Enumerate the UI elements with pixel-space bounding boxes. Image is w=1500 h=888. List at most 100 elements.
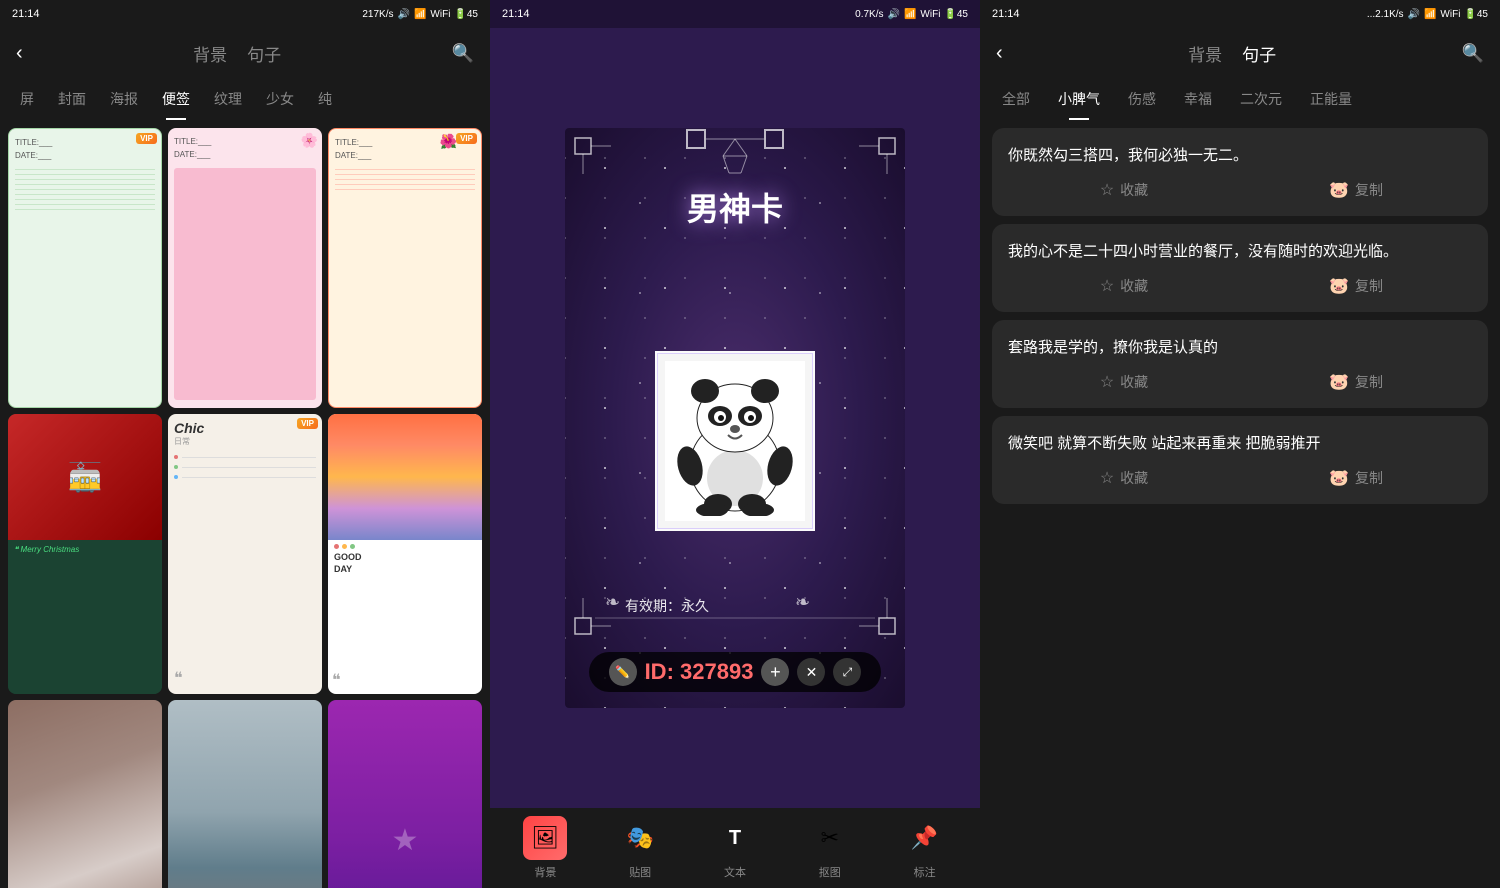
star-icon-2: ☆ [1100,276,1114,296]
collect-btn-4[interactable]: ☆ 收藏 [1008,468,1240,488]
vip-badge: VIP [136,133,157,144]
p3-cat-anime[interactable]: 二次元 [1226,78,1296,120]
face-icon-1: 🐷 [1329,180,1349,200]
star-icon-4: ☆ [1100,468,1114,488]
back-button-1[interactable]: ‹ [16,42,23,65]
tool-background[interactable]: 🖼 背景 [498,816,593,880]
template-rose[interactable]: ❝ [8,700,162,888]
sentence-actions-1: ☆ 收藏 🐷 复制 [1008,180,1472,200]
star-icon-3: ☆ [1100,372,1114,392]
star-icon-1: ☆ [1100,180,1114,200]
preview-content: 男神卡 [490,28,980,808]
collect-btn-2[interactable]: ☆ 收藏 [1008,276,1240,296]
copy-btn-1[interactable]: 🐷 复制 [1240,180,1472,200]
status-icons-2: 0.7K/s 🔊 📶 WiFi 🔋45 [855,9,968,20]
tool-cutout[interactable]: ✂ 抠图 [782,816,877,880]
template-purple[interactable]: ★ [328,700,482,888]
chic-sub: 日常 [174,436,316,447]
p3-cat-all[interactable]: 全部 [988,78,1044,120]
cat-texture[interactable]: 纹理 [202,78,254,120]
sentence-actions-2: ☆ 收藏 🐷 复制 [1008,276,1472,296]
add-button[interactable]: + [761,658,789,686]
template-winter[interactable]: ❝ [168,700,322,888]
sentence-category-tabs: 全部 小脾气 伤感 幸福 二次元 正能量 [980,78,1500,120]
template-christmas[interactable]: 🚋 ❝ Merry Christmas [8,414,162,694]
expand-button[interactable]: ⤢ [833,658,861,686]
edit-button[interactable]: ✏️ [609,658,637,686]
panda-svg [670,366,800,516]
template-green[interactable]: VIP TITLE:___DATE:___ [8,128,162,408]
background-icon: 🖼 [523,816,567,860]
top-nav-1: ‹ 背景 句子 🔍 [0,28,490,78]
p3-cat-positive[interactable]: 正能量 [1296,78,1366,120]
collect-btn-1[interactable]: ☆ 收藏 [1008,180,1240,200]
nav-title-sentences[interactable]: 句子 [247,41,281,66]
cat-pure[interactable]: 纯 [306,78,344,120]
top-ornament [685,128,785,188]
face-icon-4: 🐷 [1329,468,1349,488]
p3-cat-temper[interactable]: 小脾气 [1044,78,1114,120]
time-2: 21:14 [502,8,530,20]
category-tabs-1: 屏 封面 海报 便签 纹理 少女 纯 [0,78,490,120]
template-grid: VIP TITLE:___DATE:___ TITLE:___DATE:___ … [8,128,482,888]
svg-text:❧: ❧ [605,592,620,612]
tool-text[interactable]: T 文本 [688,816,783,880]
sentence-card-4: 微笑吧 就算不断失败 站起来再重来 把脆弱推开 ☆ 收藏 🐷 复制 [992,416,1488,504]
copy-btn-2[interactable]: 🐷 复制 [1240,276,1472,296]
tool-cutout-label: 抠图 [819,864,841,880]
card-preview: 男神卡 [565,128,905,708]
copy-btn-4[interactable]: 🐷 复制 [1240,468,1472,488]
sentence-text-2: 我的心不是二十四小时营业的餐厅，没有随时的欢迎光临。 [1008,240,1472,264]
sentence-actions-4: ☆ 收藏 🐷 复制 [1008,468,1472,488]
sentence-text-3: 套路我是学的，撩你我是认真的 [1008,336,1472,360]
cat-note[interactable]: 便签 [150,78,202,120]
face-icon-3: 🐷 [1329,372,1349,392]
bottom-ornament: ❧ 有效期：永久 ❧ [595,583,875,633]
cat-cover[interactable]: 封面 [46,78,98,120]
panel-background: 21:14 217K/s 🔊 📶 WiFi 🔋45 ‹ 背景 句子 🔍 屏 封面… [0,0,490,888]
tool-background-label: 背景 [534,864,556,880]
nav-title-background[interactable]: 背景 [193,41,227,66]
sentences-list: 你既然勾三搭四，我何必独一无二。 ☆ 收藏 🐷 复制 我的心不是二十四小时营业的… [980,120,1500,888]
p3-cat-sad[interactable]: 伤感 [1114,78,1170,120]
panda-image [665,361,805,521]
template-goodday[interactable]: GOODDAY ❝ [328,414,482,694]
cat-girl[interactable]: 少女 [254,78,306,120]
collect-btn-3[interactable]: ☆ 收藏 [1008,372,1240,392]
svg-text:❧: ❧ [795,592,810,612]
sticker-icon: 🎭 [618,816,662,860]
tool-sticker[interactable]: 🎭 贴图 [593,816,688,880]
chic-title: Chic [174,420,316,436]
cat-screen[interactable]: 屏 [8,78,46,120]
tool-annotate[interactable]: 📌 标注 [877,816,972,880]
copy-btn-3[interactable]: 🐷 复制 [1240,372,1472,392]
cutout-icon: ✂ [808,816,852,860]
status-icons-3: ...2.1K/s 🔊 📶 WiFi 🔋45 [1367,9,1488,20]
template-chic[interactable]: VIP Chic 日常 ❝ [168,414,322,694]
status-bar-2: 21:14 0.7K/s 🔊 📶 WiFi 🔋45 [490,0,980,28]
cat-poster[interactable]: 海报 [98,78,150,120]
search-button-3[interactable]: 🔍 [1462,43,1484,64]
back-button-3[interactable]: ‹ [996,42,1003,65]
bottom-toolbar: 🖼 背景 🎭 贴图 T 文本 ✂ 抠图 📌 标注 [490,808,980,888]
annotate-icon: 📌 [903,816,947,860]
tool-annotate-label: 标注 [914,864,936,880]
sentence-card-3: 套路我是学的，撩你我是认真的 ☆ 收藏 🐷 复制 [992,320,1488,408]
panda-frame [655,351,815,531]
vip-badge: VIP [456,133,477,144]
sentence-text-1: 你既然勾三搭四，我何必独一无二。 [1008,144,1472,168]
tool-sticker-label: 贴图 [629,864,651,880]
template-pink[interactable]: TITLE:___DATE:___ 🌸 [168,128,322,408]
template-orange[interactable]: VIP TITLE:___DATE:___ 🌺 [328,128,482,408]
close-button[interactable]: ✕ [797,658,825,686]
svg-text:有效期：永久: 有效期：永久 [625,599,709,615]
p3-nav-background[interactable]: 背景 [1188,41,1222,66]
id-overlay: ✏️ ID: 327893 + ✕ ⤢ [589,652,882,692]
id-section: ✏️ ID: 327893 + ✕ ⤢ [581,652,889,692]
face-icon-2: 🐷 [1329,276,1349,296]
search-button-1[interactable]: 🔍 [452,43,474,64]
corner-ornament-tr [857,136,897,176]
p3-cat-happy[interactable]: 幸福 [1170,78,1226,120]
p3-nav-sentences[interactable]: 句子 [1242,41,1276,66]
sentence-card-1: 你既然勾三搭四，我何必独一无二。 ☆ 收藏 🐷 复制 [992,128,1488,216]
